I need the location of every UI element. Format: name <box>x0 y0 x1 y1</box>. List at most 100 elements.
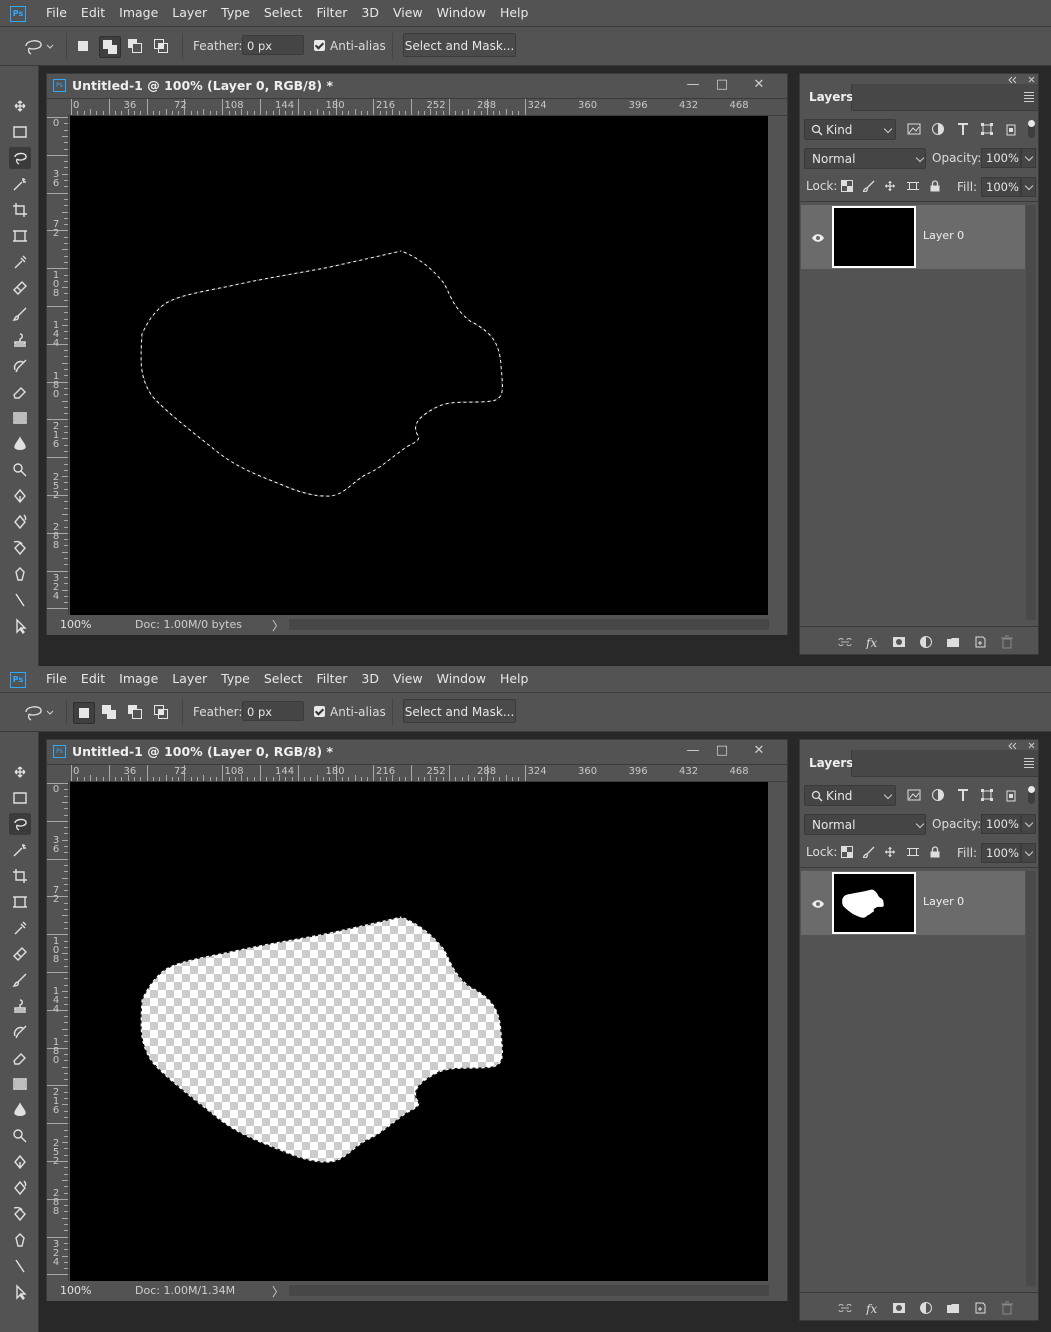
lock-transparent-pixels-icon[interactable] <box>841 846 853 858</box>
menu-3d[interactable]: 3D <box>361 0 387 26</box>
blur-icon[interactable] <box>9 1099 31 1121</box>
direct-selection-icon[interactable] <box>9 1281 31 1303</box>
new-group-icon[interactable] <box>946 1301 960 1315</box>
menu-help[interactable]: Help <box>500 0 537 26</box>
new-layer-icon[interactable] <box>973 635 987 649</box>
layer-style-fx-icon[interactable]: fx <box>865 635 879 650</box>
status-menu-chevron-icon[interactable]: 〉 <box>272 617 284 634</box>
move-icon[interactable] <box>9 761 31 783</box>
maximize-icon[interactable]: □ <box>712 76 732 94</box>
status-menu-chevron-icon[interactable]: 〉 <box>272 1283 284 1300</box>
menu-select[interactable]: Select <box>264 666 311 692</box>
menu-filter[interactable]: Filter <box>316 0 355 26</box>
horizontal-scrollbar[interactable] <box>289 1285 769 1296</box>
dodge-icon[interactable] <box>9 459 31 481</box>
zoom-level[interactable]: 100% <box>60 1284 91 1297</box>
direct-selection-icon[interactable] <box>9 615 31 637</box>
magic-wand-icon[interactable] <box>9 173 31 195</box>
type-filter-icon[interactable] <box>956 788 970 802</box>
brush-icon[interactable] <box>9 969 31 991</box>
feather-input[interactable]: 0 px <box>242 35 304 55</box>
smart-object-filter-icon[interactable] <box>1004 122 1018 136</box>
minimize-icon[interactable]: — <box>683 742 703 760</box>
lock-artboard-icon[interactable] <box>907 180 919 192</box>
lock-position-icon[interactable] <box>884 180 896 192</box>
intersect-selection-button[interactable] <box>151 36 171 56</box>
layer-style-fx-icon[interactable]: fx <box>865 1301 879 1316</box>
filter-toggle[interactable] <box>1028 786 1035 804</box>
visibility-eye-icon[interactable] <box>811 898 825 912</box>
gradient-icon[interactable] <box>9 407 31 429</box>
menu-3d[interactable]: 3D <box>361 666 387 692</box>
link-layers-icon[interactable] <box>838 635 852 649</box>
magic-wand-icon[interactable] <box>9 839 31 861</box>
menu-filter[interactable]: Filter <box>316 666 355 692</box>
adjustment-layer-icon[interactable] <box>919 635 933 649</box>
horizontal-scrollbar[interactable] <box>289 619 769 630</box>
vertical-ruler[interactable]: 0 36 72 108 144 180 216 252 288 324 <box>47 781 69 1283</box>
crop-icon[interactable] <box>9 199 31 221</box>
adjustment-filter-icon[interactable] <box>931 122 945 136</box>
canvas[interactable] <box>70 782 768 1281</box>
document-tab[interactable]: Ps Untitled-1 @ 100% (Layer 0, RGB/8) * — □… <box>47 74 787 99</box>
close-icon[interactable]: ✕ <box>749 742 769 760</box>
panel-menu-icon[interactable] <box>1024 758 1034 770</box>
tool-preset-lasso-icon[interactable] <box>20 701 60 723</box>
marquee-icon[interactable] <box>9 787 31 809</box>
layer-name[interactable]: Layer 0 <box>923 895 964 908</box>
delete-layer-icon[interactable] <box>1000 635 1014 649</box>
curvature-pen-icon[interactable] <box>9 1203 31 1225</box>
canvas[interactable] <box>70 116 768 615</box>
menu-image[interactable]: Image <box>119 666 166 692</box>
lock-artboard-icon[interactable] <box>907 846 919 858</box>
opacity-input[interactable]: 100% <box>981 814 1021 834</box>
menu-edit[interactable]: Edit <box>81 666 113 692</box>
pixel-filter-icon[interactable] <box>907 122 921 136</box>
freeform-pen-icon[interactable] <box>9 511 31 533</box>
horizontal-ruler[interactable]: 0 36 72 108 144 180 216 252 288 324 360 396 432 468 <box>69 765 787 782</box>
opacity-dropdown[interactable] <box>1021 148 1036 168</box>
filter-toggle[interactable] <box>1028 120 1035 138</box>
zoom-level[interactable]: 100% <box>60 618 91 631</box>
type-filter-icon[interactable] <box>956 122 970 136</box>
layer-name[interactable]: Layer 0 <box>923 229 964 242</box>
panel-scrollbar[interactable] <box>1026 871 1036 1286</box>
marquee-icon[interactable] <box>9 121 31 143</box>
gradient-icon[interactable] <box>9 1073 31 1095</box>
feather-input[interactable]: 0 px <box>242 701 304 721</box>
new-selection-button[interactable] <box>73 702 95 724</box>
crop-icon[interactable] <box>9 865 31 887</box>
new-layer-icon[interactable] <box>973 1301 987 1315</box>
pen-icon[interactable] <box>9 485 31 507</box>
clone-stamp-icon[interactable] <box>9 995 31 1017</box>
panel-scrollbar[interactable] <box>1026 205 1036 620</box>
vertical-scrollbar[interactable] <box>769 782 787 1281</box>
add-mask-icon[interactable] <box>892 635 906 649</box>
layers-tab[interactable]: Layers <box>800 750 853 776</box>
subtract-from-selection-button[interactable] <box>125 36 145 56</box>
menu-select[interactable]: Select <box>264 0 311 26</box>
panel-menu-icon[interactable] <box>1024 92 1034 104</box>
new-group-icon[interactable] <box>946 635 960 649</box>
blur-icon[interactable] <box>9 433 31 455</box>
blend-mode-dropdown[interactable]: Normal <box>804 814 926 835</box>
add-to-selection-button[interactable] <box>99 702 119 722</box>
fill-dropdown[interactable] <box>1021 843 1036 863</box>
fill-input[interactable]: 100% <box>981 177 1021 197</box>
lock-image-pixels-icon[interactable] <box>861 180 875 193</box>
opacity-dropdown[interactable] <box>1021 814 1036 834</box>
frame-icon[interactable] <box>9 891 31 913</box>
select-and-mask-button[interactable]: Select and Mask... <box>403 699 516 723</box>
layer-row[interactable]: Layer 0 <box>801 205 1025 269</box>
add-mask-icon[interactable] <box>892 1301 906 1315</box>
filter-kind-dropdown[interactable]: Kind <box>804 785 896 806</box>
freeform-pen-icon[interactable] <box>9 1177 31 1199</box>
layer-row[interactable]: Layer 0 <box>801 871 1025 935</box>
history-brush-icon[interactable] <box>9 1021 31 1043</box>
menu-file[interactable]: File <box>46 666 75 692</box>
lock-transparent-pixels-icon[interactable] <box>841 180 853 192</box>
menu-help[interactable]: Help <box>500 666 537 692</box>
eyedropper-icon[interactable] <box>9 917 31 939</box>
document-tab[interactable]: Ps Untitled-1 @ 100% (Layer 0, RGB/8) * — □… <box>47 740 787 765</box>
lock-all-icon[interactable] <box>929 846 941 858</box>
